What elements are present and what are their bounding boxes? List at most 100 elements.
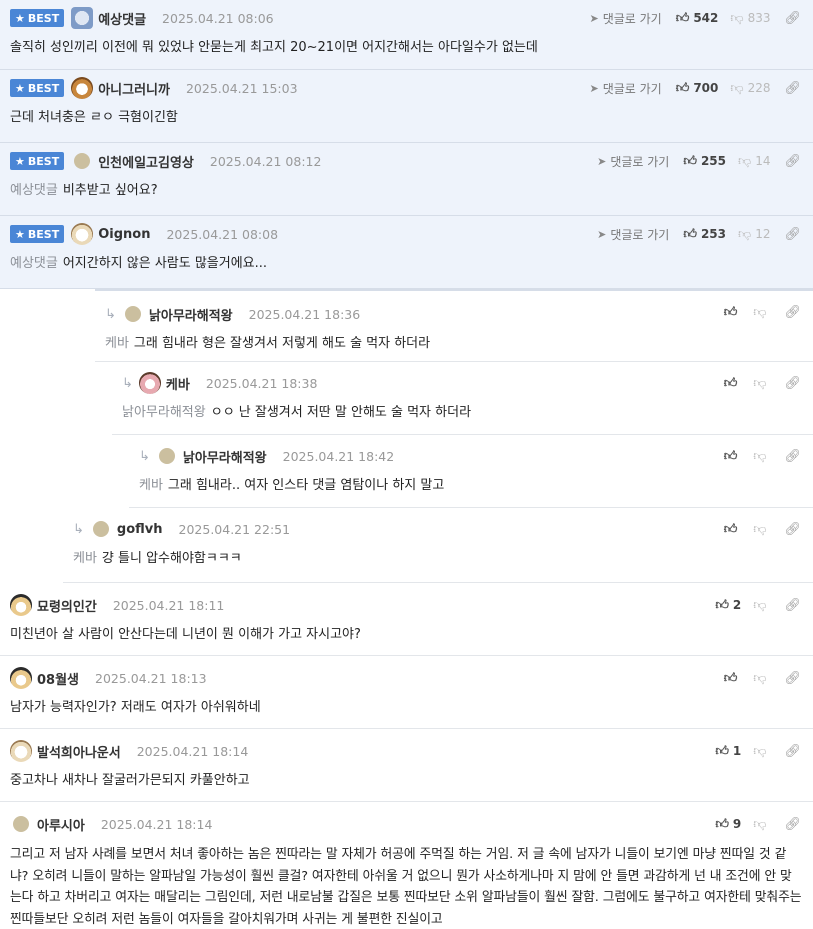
thumbs-down-icon: 👎︎ — [753, 375, 767, 391]
avatar[interactable] — [71, 223, 94, 245]
nickname[interactable]: 발석희아나운서 — [37, 742, 121, 761]
upvote-button[interactable]: 👍︎ — [724, 376, 742, 391]
avatar[interactable] — [158, 448, 175, 464]
link-icon[interactable]: 🔗︎ — [784, 598, 801, 613]
goto-comment-link[interactable]: ➤ 댓글로 가기 — [589, 10, 661, 27]
nickname[interactable]: 낡아무라해적왕 — [183, 447, 267, 466]
reply-to-name[interactable]: 케바 — [105, 336, 129, 351]
thumbs-down-icon: 👎︎ — [730, 10, 744, 26]
upvote-button[interactable]: 👍︎ — [724, 522, 742, 537]
nickname[interactable]: 인천에일고김영상 — [98, 152, 194, 171]
nickname[interactable]: 케바 — [166, 374, 190, 393]
downvote-count: 228 — [747, 81, 771, 95]
downvote-button[interactable]: 👎︎ — [753, 671, 770, 686]
downvote-button[interactable]: 👎︎ 12 — [738, 227, 770, 242]
arrow-icon: ➤ — [589, 11, 599, 25]
downvote-button[interactable]: 👎︎ — [753, 744, 770, 759]
comment-text: ㅇㅇ 난 잘생겨서 저딴 말 안해도 술 먹자 하더라 — [210, 405, 472, 420]
link-icon[interactable]: 🔗︎ — [784, 81, 801, 96]
comment: 발석희아나운서 2025.04.21 18:14 👍︎ 1 👎︎ 🔗︎ 중고차나 … — [0, 729, 813, 802]
upvote-count: 542 — [693, 11, 719, 25]
avatar[interactable] — [71, 77, 94, 99]
downvote-button[interactable]: 👎︎ 228 — [730, 81, 770, 96]
nickname[interactable]: 아루시아 — [37, 815, 85, 834]
link-icon[interactable]: 🔗︎ — [784, 227, 801, 242]
best-comment: ★ BEST Oignon 2025.04.21 08:08 ➤ 댓글로 가기 👍︎… — [0, 216, 813, 289]
reply-arrow-icon: ↳ — [105, 306, 116, 322]
upvote-button[interactable]: 👍︎ 1 — [715, 744, 741, 759]
upvote-button[interactable]: 👍︎ 253 — [683, 227, 726, 242]
reply-to-name[interactable]: 케바 — [73, 551, 97, 566]
comment-date: 2025.04.21 18:11 — [112, 597, 225, 613]
avatar[interactable] — [92, 521, 109, 537]
link-icon[interactable]: 🔗︎ — [784, 449, 801, 464]
downvote-button[interactable]: 👎︎ 833 — [730, 11, 770, 26]
nickname[interactable]: Oignon — [98, 227, 150, 242]
nickname[interactable]: 예상댓글 — [98, 9, 146, 28]
thumbs-down-icon: 👎︎ — [753, 597, 767, 613]
downvote-button[interactable]: 👎︎ — [753, 598, 770, 613]
avatar[interactable] — [10, 740, 32, 762]
reply-to-name[interactable]: 케바 — [139, 478, 163, 493]
link-icon[interactable]: 🔗︎ — [784, 744, 801, 759]
link-icon[interactable]: 🔗︎ — [784, 11, 801, 26]
upvote-count: 2 — [732, 598, 742, 612]
downvote-button[interactable]: 👎︎ — [753, 305, 770, 320]
avatar[interactable] — [124, 306, 141, 322]
comment-date: 2025.04.21 08:12 — [209, 153, 322, 169]
upvote-button[interactable]: 👍︎ — [724, 449, 742, 464]
thumbs-down-icon: 👎︎ — [753, 521, 767, 537]
nickname[interactable]: 아니그러니까 — [98, 79, 170, 98]
reply-to-name[interactable]: 예상댓글 — [10, 256, 58, 271]
downvote-count: 833 — [747, 11, 771, 25]
downvote-button[interactable]: 👎︎ — [753, 376, 770, 391]
best-badge: ★ BEST — [10, 79, 65, 97]
upvote-button[interactable]: 👍︎ 255 — [683, 154, 726, 169]
link-icon[interactable]: 🔗︎ — [784, 522, 801, 537]
upvote-button[interactable]: 👍︎ 2 — [715, 598, 741, 613]
downvote-button[interactable]: 👎︎ 14 — [738, 154, 770, 169]
comment: 묘령의인간 2025.04.21 18:11 👍︎ 2 👎︎ 🔗︎ 미친년아 살 … — [0, 583, 813, 656]
arrow-icon: ➤ — [597, 154, 607, 168]
upvote-button[interactable]: 👍︎ 700 — [676, 81, 719, 96]
nickname[interactable]: 08월생 — [37, 669, 79, 688]
goto-label: 댓글로 가기 — [610, 227, 670, 242]
avatar[interactable] — [74, 153, 91, 169]
upvote-button[interactable]: 👍︎ — [724, 305, 742, 320]
avatar[interactable] — [71, 7, 94, 29]
best-label: BEST — [27, 11, 60, 25]
downvote-button[interactable]: 👎︎ — [753, 449, 770, 464]
avatar[interactable] — [10, 594, 32, 616]
link-icon[interactable]: 🔗︎ — [784, 376, 801, 391]
link-icon[interactable]: 🔗︎ — [784, 671, 801, 686]
comment-text: 걍 틀니 압수해야함ㅋㅋㅋ — [101, 551, 242, 566]
downvote-button[interactable]: 👎︎ — [753, 522, 770, 537]
downvote-button[interactable]: 👎︎ — [753, 817, 770, 832]
reply-to-name[interactable]: 예상댓글 — [10, 183, 58, 198]
reply-to-name[interactable]: 낡아무라해적왕 — [122, 405, 206, 420]
upvote-button[interactable]: 👍︎ 9 — [715, 817, 741, 832]
link-icon[interactable]: 🔗︎ — [784, 305, 801, 320]
avatar[interactable] — [10, 667, 32, 689]
goto-comment-link[interactable]: ➤ 댓글로 가기 — [597, 153, 669, 170]
nickname[interactable]: 낡아무라해적왕 — [149, 305, 233, 324]
nickname[interactable]: goflvh — [117, 522, 163, 537]
comment-date: 2025.04.21 18:36 — [248, 306, 361, 322]
goto-comment-link[interactable]: ➤ 댓글로 가기 — [597, 226, 669, 243]
link-icon[interactable]: 🔗︎ — [784, 154, 801, 169]
arrow-icon: ➤ — [597, 227, 607, 241]
thumbs-down-icon: 👎︎ — [738, 153, 752, 169]
avatar[interactable] — [138, 372, 161, 394]
thumbs-up-icon: 👍︎ — [683, 153, 697, 169]
thumbs-down-icon: 👎︎ — [730, 80, 744, 96]
best-label: BEST — [27, 81, 60, 95]
best-badge: ★ BEST — [10, 152, 65, 170]
goto-comment-link[interactable]: ➤ 댓글로 가기 — [589, 80, 661, 97]
nickname[interactable]: 묘령의인간 — [37, 596, 97, 615]
best-badge: ★ BEST — [10, 9, 65, 27]
avatar[interactable] — [13, 816, 29, 832]
upvote-button[interactable]: 👍︎ 542 — [676, 11, 719, 26]
upvote-button[interactable]: 👍︎ — [724, 671, 742, 686]
reply-thread: ↳ 낡아무라해적왕 2025.04.21 18:36 👍︎ 👎︎ 🔗︎ 케바 그래… — [0, 289, 813, 583]
link-icon[interactable]: 🔗︎ — [784, 817, 801, 832]
